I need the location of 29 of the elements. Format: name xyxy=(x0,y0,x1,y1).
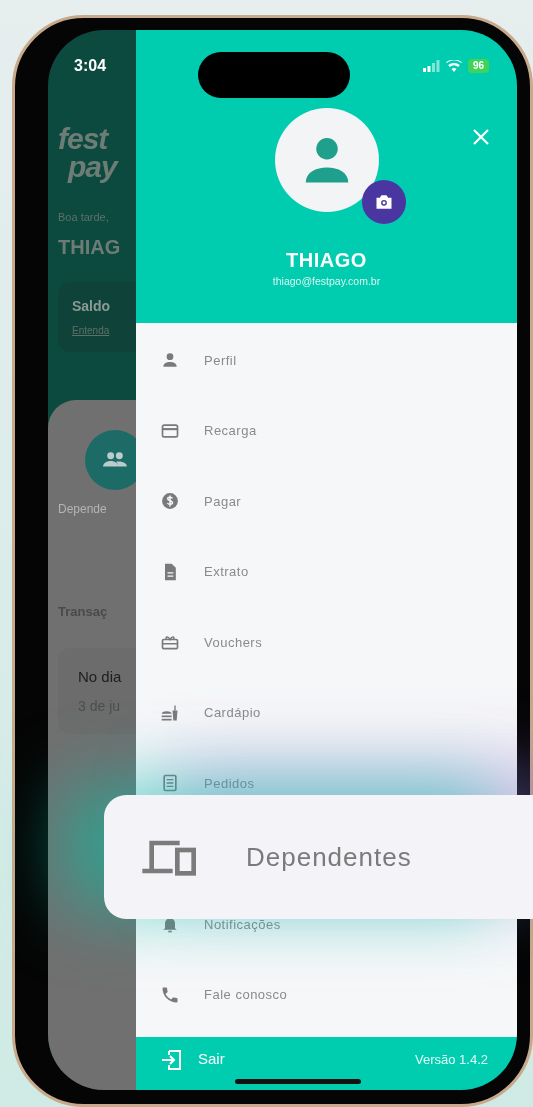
menu-item[interactable]: Pagar xyxy=(136,466,517,537)
version-text: Versão 1.4.2 xyxy=(415,1050,488,1069)
menu-item[interactable]: Extrato xyxy=(136,536,517,607)
greeting-text: Boa tarde, xyxy=(58,210,110,225)
menu-item[interactable]: Cardápio xyxy=(136,677,517,748)
menu-item[interactable]: Recarga xyxy=(136,395,517,466)
transaction-title: No dia xyxy=(78,666,123,687)
logo-text: fest xyxy=(58,125,110,153)
menu-item[interactable]: Fale conosco xyxy=(136,959,517,1030)
list-document-icon xyxy=(160,773,180,794)
logout-link[interactable]: Sair xyxy=(160,1047,225,1072)
dollar-coin-icon xyxy=(160,491,180,512)
signal-icon xyxy=(422,60,440,72)
close-icon xyxy=(471,127,491,147)
status-time: 3:04 xyxy=(74,56,107,76)
exit-icon xyxy=(160,1047,184,1072)
highlighted-menu-item[interactable]: Dependentes xyxy=(104,795,533,919)
shortcut-label: Depende xyxy=(58,501,108,518)
menu-item[interactable]: Vouchers xyxy=(136,607,517,678)
user-email: thiago@festpay.com.br xyxy=(272,274,381,289)
user-name: THIAG xyxy=(58,234,122,260)
battery-indicator: 96 xyxy=(467,59,489,73)
logo-text: pay xyxy=(66,153,120,181)
learn-more-link[interactable]: Entenda xyxy=(72,322,110,338)
balance-title: Saldo xyxy=(72,296,112,316)
user-name: THIAGO xyxy=(286,248,367,272)
camera-button[interactable] xyxy=(361,180,406,224)
wifi-icon xyxy=(445,60,462,72)
menu-item[interactable]: Perfil xyxy=(136,325,517,396)
